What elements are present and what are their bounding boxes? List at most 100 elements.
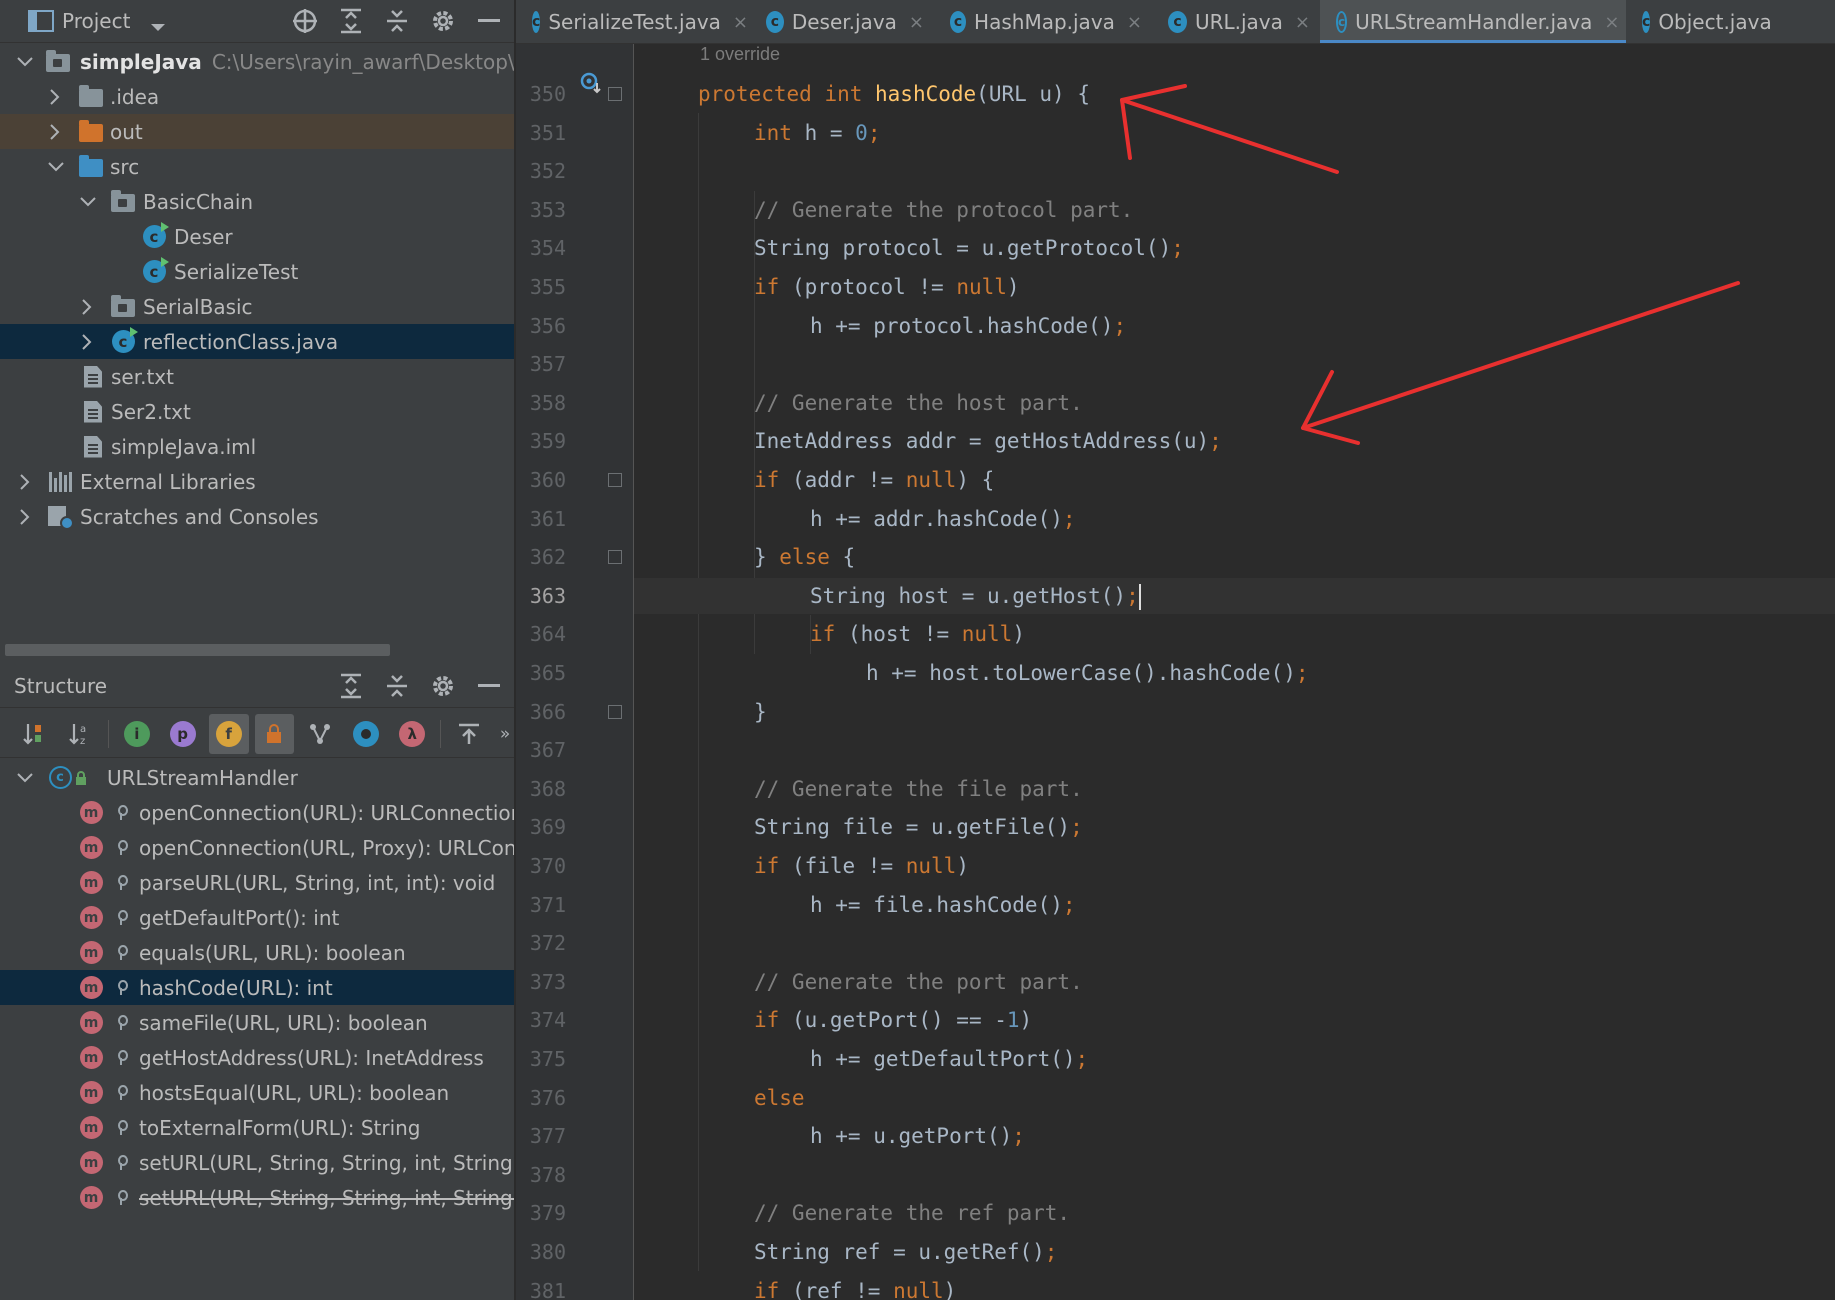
editor-tab[interactable]: c URLStreamHandler.java ×: [1320, 0, 1626, 43]
line-number[interactable]: 353: [516, 198, 566, 222]
code-line[interactable]: if (file != null): [634, 848, 1835, 884]
close-tab-icon[interactable]: ×: [909, 12, 924, 33]
fold-marker-icon[interactable]: [608, 87, 622, 101]
structure-member[interactable]: m sameFile(URL, URL): boolean: [0, 1005, 514, 1040]
code-line[interactable]: h += host.toLowerCase().hashCode();: [634, 655, 1835, 691]
line-number[interactable]: 358: [516, 391, 566, 415]
sort-by-visibility-icon[interactable]: [14, 714, 54, 754]
code-line[interactable]: // Generate the file part.: [634, 771, 1835, 807]
tree-item-basicchain[interactable]: BasicChain: [0, 184, 514, 219]
editor-tab[interactable]: c Object.java: [1626, 0, 1776, 43]
line-number[interactable]: 362: [516, 545, 566, 569]
line-number[interactable]: 371: [516, 893, 566, 917]
chevron-right-icon[interactable]: [16, 473, 34, 491]
chevron-right-icon[interactable]: [46, 88, 64, 106]
line-number[interactable]: 365: [516, 661, 566, 685]
collapse-all-icon[interactable]: [381, 670, 413, 702]
line-number[interactable]: 372: [516, 931, 566, 955]
show-hierarchy-icon[interactable]: [300, 714, 340, 754]
minimize-icon[interactable]: [473, 670, 505, 702]
code-line[interactable]: [634, 1157, 1835, 1193]
code-line[interactable]: InetAddress addr = getHostAddress(u);: [634, 423, 1835, 459]
tree-item-simplejava-iml[interactable]: simpleJava.iml: [0, 429, 514, 464]
project-panel-title[interactable]: Project: [62, 9, 130, 33]
line-number[interactable]: 366: [516, 700, 566, 724]
line-number[interactable]: 367: [516, 738, 566, 762]
tree-item-scratches[interactable]: Scratches and Consoles: [0, 499, 514, 534]
close-tab-icon[interactable]: ×: [1295, 12, 1310, 33]
code-line[interactable]: [634, 732, 1835, 768]
structure-member[interactable]: m getDefaultPort(): int: [0, 900, 514, 935]
locate-icon[interactable]: [289, 5, 321, 37]
code-line[interactable]: h += file.hashCode();: [634, 887, 1835, 923]
horizontal-scrollbar[interactable]: [5, 644, 390, 656]
line-number[interactable]: 378: [516, 1163, 566, 1187]
structure-member[interactable]: m openConnection(URL, Proxy): URLConnec: [0, 830, 514, 865]
line-number[interactable]: 351: [516, 121, 566, 145]
structure-member[interactable]: m setURL(URL, String, String, int, String…: [0, 1145, 514, 1180]
structure-member[interactable]: m hashCode(URL): int: [0, 970, 514, 1005]
code-line[interactable]: // Generate the port part.: [634, 964, 1835, 1000]
line-number[interactable]: 374: [516, 1008, 566, 1032]
code-line[interactable]: h += u.getPort();: [634, 1118, 1835, 1154]
code-line[interactable]: if (ref != null): [634, 1273, 1835, 1300]
chevron-down-icon[interactable]: [79, 193, 97, 211]
code-line[interactable]: if (addr != null) {: [634, 462, 1835, 498]
code-line[interactable]: else: [634, 1080, 1835, 1116]
line-number[interactable]: 368: [516, 777, 566, 801]
tree-item-ser2-txt[interactable]: Ser2.txt: [0, 394, 514, 429]
inlay-hint-overrides[interactable]: 1 override: [700, 44, 780, 68]
show-anonymous-classes-icon[interactable]: [346, 714, 386, 754]
show-lambdas-icon[interactable]: λ: [392, 714, 432, 754]
structure-tree[interactable]: c URLStreamHandler m openConnection(URL):…: [0, 760, 514, 1300]
code-line[interactable]: int h = 0;: [634, 115, 1835, 151]
code-line[interactable]: if (u.getPort() == -1): [634, 1002, 1835, 1038]
line-number[interactable]: 369: [516, 815, 566, 839]
fold-marker-icon[interactable]: [608, 473, 622, 487]
line-number[interactable]: 361: [516, 507, 566, 531]
line-number[interactable]: 379: [516, 1201, 566, 1225]
editor-tab[interactable]: c HashMap.java ×: [934, 0, 1152, 43]
show-non-public-icon[interactable]: [254, 713, 295, 754]
expand-all-icon[interactable]: [335, 5, 367, 37]
code-line[interactable]: [634, 153, 1835, 189]
editor-tab[interactable]: c Deser.java ×: [750, 0, 934, 43]
more-options-icon[interactable]: »: [495, 714, 514, 754]
autoscroll-to-source-icon[interactable]: [449, 714, 489, 754]
code-line[interactable]: }: [634, 694, 1835, 730]
code-line[interactable]: h += protocol.hashCode();: [634, 308, 1835, 344]
editor-tab[interactable]: c SerializeTest.java ×: [516, 0, 750, 43]
structure-member[interactable]: m equals(URL, URL): boolean: [0, 935, 514, 970]
chevron-down-icon[interactable]: [150, 18, 166, 37]
line-number[interactable]: 363: [516, 584, 566, 608]
line-number[interactable]: 370: [516, 854, 566, 878]
tree-item-idea[interactable]: .idea: [0, 79, 514, 114]
structure-member[interactable]: m getHostAddress(URL): InetAddress: [0, 1040, 514, 1075]
line-number[interactable]: 350: [516, 82, 566, 106]
code-line[interactable]: // Generate the ref part.: [634, 1195, 1835, 1231]
close-tab-icon[interactable]: ×: [733, 12, 748, 33]
project-tree[interactable]: simpleJava C:\Users\rayin_awarf\Desktop\w…: [0, 44, 514, 639]
code-line[interactable]: } else {: [634, 539, 1835, 575]
code-line[interactable]: h += addr.hashCode();: [634, 501, 1835, 537]
code-line[interactable]: if (host != null): [634, 616, 1835, 652]
code-line[interactable]: [634, 346, 1835, 382]
editor-gutter[interactable]: 350 351 352 353 354 355 356 357 358 359 360 361 362 3…: [516, 44, 634, 1300]
line-number[interactable]: 356: [516, 314, 566, 338]
line-number[interactable]: 359: [516, 429, 566, 453]
show-inherited-icon[interactable]: i: [117, 714, 157, 754]
tree-item-serialbasic[interactable]: SerialBasic: [0, 289, 514, 324]
minimize-icon[interactable]: [473, 5, 505, 37]
gear-icon[interactable]: [427, 670, 459, 702]
line-number[interactable]: 380: [516, 1240, 566, 1264]
structure-member[interactable]: m hostsEqual(URL, URL): boolean: [0, 1075, 514, 1110]
tree-item-external-libraries[interactable]: External Libraries: [0, 464, 514, 499]
sort-alphabetically-icon[interactable]: az: [60, 714, 100, 754]
show-properties-icon[interactable]: p: [163, 714, 203, 754]
line-number[interactable]: 375: [516, 1047, 566, 1071]
tree-item-deser[interactable]: c Deser: [0, 219, 514, 254]
line-number[interactable]: 354: [516, 236, 566, 260]
code-line[interactable]: protected int hashCode(URL u) {: [634, 76, 1835, 112]
project-window-icon[interactable]: [28, 10, 54, 32]
collapse-all-icon[interactable]: [381, 5, 413, 37]
